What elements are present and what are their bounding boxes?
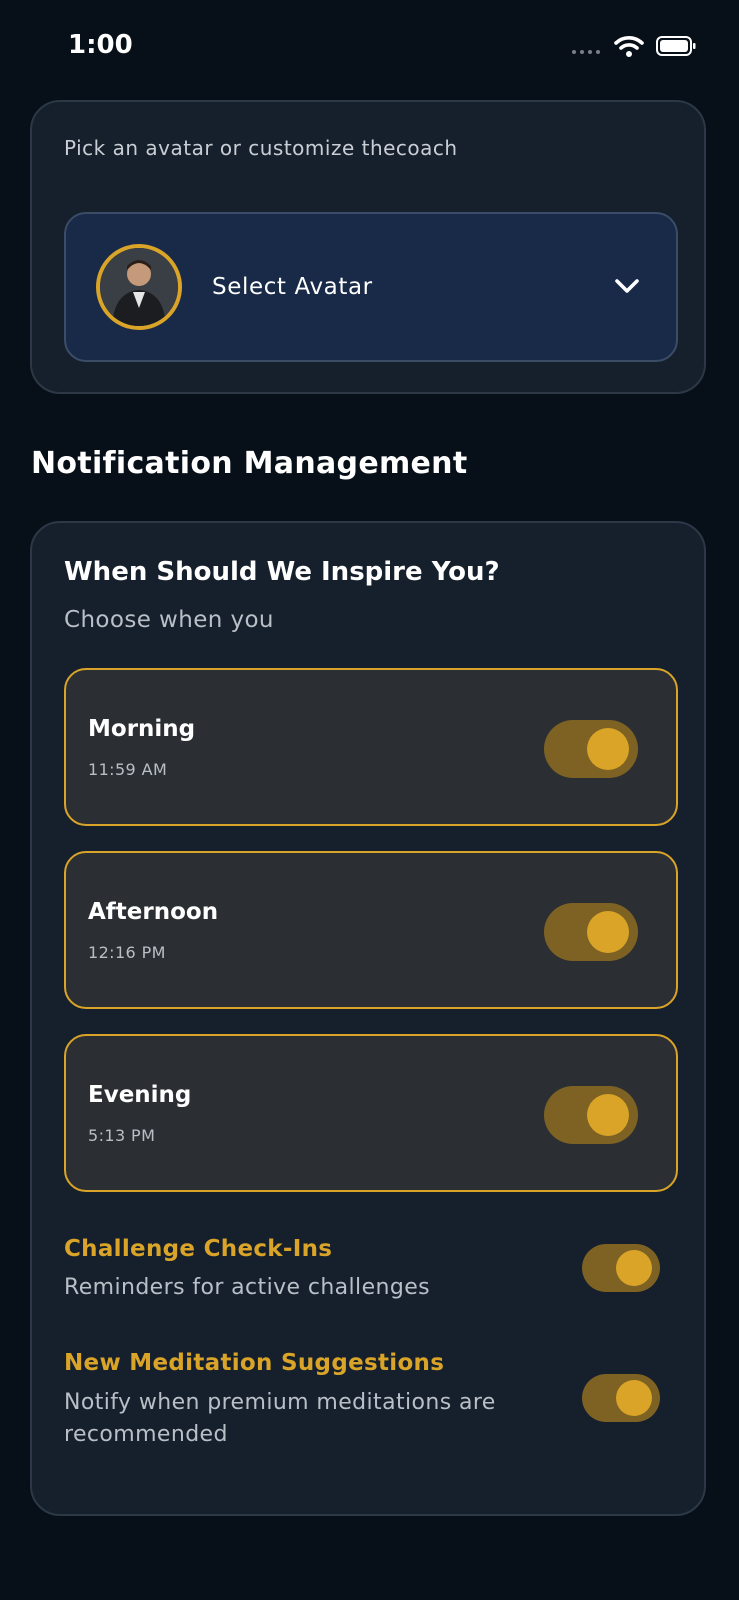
slot-time: 12:16 PM xyxy=(88,943,166,962)
challenge-checkins-title: Challenge Check-Ins xyxy=(64,1236,333,1262)
evening-toggle[interactable] xyxy=(544,1086,638,1144)
toggle-knob xyxy=(616,1380,652,1416)
slot-afternoon[interactable]: Afternoon 12:16 PM xyxy=(64,851,678,1009)
toggle-knob xyxy=(587,1094,629,1136)
slot-time: 11:59 AM xyxy=(88,760,168,779)
challenge-checkins-toggle[interactable] xyxy=(582,1244,660,1292)
select-avatar-dropdown[interactable]: Select Avatar xyxy=(64,212,678,362)
toggle-knob xyxy=(587,728,629,770)
section-title: Notification Management xyxy=(31,446,468,481)
slot-name: Evening xyxy=(88,1082,192,1108)
avatar xyxy=(96,244,182,330)
slot-name: Morning xyxy=(88,716,196,742)
slot-name: Afternoon xyxy=(88,899,219,925)
status-time: 1:00 xyxy=(68,30,133,60)
slot-evening[interactable]: Evening 5:13 PM xyxy=(64,1034,678,1192)
meditation-suggestions-description: Notify when premium meditations are reco… xyxy=(64,1390,496,1447)
slot-morning[interactable]: Morning 11:59 AM xyxy=(64,668,678,826)
morning-toggle[interactable] xyxy=(544,720,638,778)
chevron-down-icon xyxy=(615,279,639,293)
card-title: When Should We Inspire You? xyxy=(64,557,500,587)
afternoon-toggle[interactable] xyxy=(544,903,638,961)
select-avatar-label: Select Avatar xyxy=(212,274,373,300)
cellular-dots-icon xyxy=(572,50,600,54)
avatar-hint: Pick an avatar or customize thecoach xyxy=(64,136,458,160)
status-bar: 1:00 xyxy=(0,0,739,95)
notification-card: When Should We Inspire You? Choose when … xyxy=(30,521,706,1516)
toggle-knob xyxy=(616,1250,652,1286)
meditation-suggestions-title: New Meditation Suggestions xyxy=(64,1350,445,1376)
toggle-knob xyxy=(587,911,629,953)
battery-icon xyxy=(656,36,696,56)
card-subtitle: Choose when you xyxy=(64,607,274,633)
meditation-suggestions-toggle[interactable] xyxy=(582,1374,660,1422)
slot-time: 5:13 PM xyxy=(88,1126,156,1145)
avatar-card: Pick an avatar or customize thecoach Sel… xyxy=(30,100,706,394)
wifi-icon xyxy=(614,36,644,57)
challenge-checkins-description: Reminders for active challenges xyxy=(64,1275,431,1300)
